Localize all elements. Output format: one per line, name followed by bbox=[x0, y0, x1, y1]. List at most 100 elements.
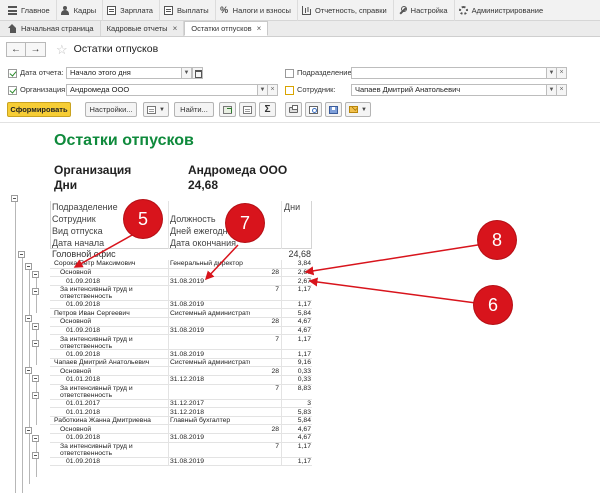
employee-field[interactable]: Чапаев Дмитрий Анатольевич bbox=[351, 84, 547, 96]
collapse-toggle[interactable] bbox=[32, 452, 39, 459]
menu-item-label: Выплаты bbox=[176, 5, 209, 15]
print-button[interactable] bbox=[285, 102, 302, 117]
settings-button[interactable]: Настройки... bbox=[85, 102, 137, 117]
person-icon bbox=[61, 5, 70, 15]
chevron-down-icon[interactable]: ▼ bbox=[547, 84, 557, 96]
arrow-right-icon: → bbox=[30, 43, 41, 55]
chevron-down-icon[interactable]: ▼ bbox=[547, 67, 557, 79]
tab-label: Остатки отпусков bbox=[191, 24, 252, 33]
row-position: 31.12.2017 bbox=[170, 399, 205, 407]
forward-button[interactable]: → bbox=[26, 41, 46, 57]
sum-button[interactable]: Σ bbox=[259, 102, 276, 117]
organization-label: Организация: bbox=[20, 85, 68, 94]
row-name: За интенсивный труд и ответственность bbox=[60, 335, 133, 350]
row-position: Генеральный директор bbox=[170, 260, 243, 268]
wrench-icon bbox=[398, 5, 407, 15]
save-icon bbox=[329, 105, 338, 114]
report-title: Остатки отпусков bbox=[54, 132, 194, 149]
collapse-toggle[interactable] bbox=[25, 367, 32, 374]
collapse-toggle[interactable] bbox=[25, 263, 32, 270]
tab-bar: Начальная страница Кадровые отчеты × Оста… bbox=[0, 21, 600, 37]
row-days: 3 bbox=[307, 399, 311, 407]
chevron-down-icon[interactable]: ▼ bbox=[258, 84, 268, 96]
calendar-icon[interactable] bbox=[192, 67, 203, 79]
clear-icon[interactable]: × bbox=[557, 84, 567, 96]
row-days-per-year: 7 bbox=[275, 335, 279, 343]
menu-item-main[interactable]: Главное bbox=[4, 0, 57, 21]
menu-item-payments[interactable]: Выплаты bbox=[160, 0, 216, 21]
employee-label: Сотрудник: bbox=[297, 85, 336, 94]
date-label: Дата отчета: bbox=[20, 68, 64, 77]
generate-button[interactable]: Сформировать bbox=[7, 102, 71, 117]
organization-checkbox[interactable] bbox=[8, 86, 17, 95]
collapse-toggle[interactable] bbox=[11, 195, 18, 202]
collapse-toggle[interactable] bbox=[32, 392, 39, 399]
collapse-toggle[interactable] bbox=[32, 435, 39, 442]
row-position: 31.12.2018 bbox=[170, 376, 205, 384]
row-days-per-year: 7 bbox=[275, 384, 279, 392]
menu-item-salary[interactable]: Зарплата bbox=[103, 0, 160, 21]
row-days: 4,67 bbox=[297, 425, 311, 433]
tab-hr-reports[interactable]: Кадровые отчеты × bbox=[101, 21, 185, 36]
row-name: Основной bbox=[60, 425, 92, 433]
collapse-toggle[interactable] bbox=[25, 427, 32, 434]
clear-icon[interactable]: × bbox=[268, 84, 278, 96]
menu-item-reporting[interactable]: Отчетность, справки bbox=[298, 0, 394, 21]
header-employee: Сотрудник bbox=[52, 214, 96, 224]
employee-checkbox[interactable] bbox=[285, 86, 294, 95]
filter-row-2: Организация: Андромеда ООО ▼ × Сотрудник… bbox=[0, 84, 600, 98]
menu-item-admin[interactable]: Администрирование bbox=[455, 0, 550, 21]
menu-item-taxes[interactable]: % Налоги и взносы bbox=[216, 0, 298, 21]
chevron-down-icon[interactable]: ▼ bbox=[182, 67, 192, 79]
gear-icon bbox=[458, 5, 468, 15]
header-department: Подразделение bbox=[52, 202, 118, 212]
clear-icon[interactable]: × bbox=[557, 67, 567, 79]
row-days: 1,17 bbox=[297, 350, 311, 358]
row-name: Работкина Жанна Дмитриевна bbox=[54, 417, 151, 425]
callout-6: 6 bbox=[474, 286, 512, 324]
organization-field[interactable]: Андромеда ООО bbox=[66, 84, 258, 96]
row-days: 4,67 bbox=[297, 434, 311, 442]
date-checkbox[interactable] bbox=[8, 69, 17, 78]
close-icon[interactable]: × bbox=[173, 24, 178, 33]
row-position: 31.08.2019 bbox=[170, 350, 205, 358]
collapse-toggle[interactable] bbox=[32, 271, 39, 278]
tab-home[interactable]: Начальная страница bbox=[2, 21, 101, 36]
variants-button[interactable]: ▼ bbox=[143, 102, 169, 117]
row-days: 2,67 bbox=[297, 268, 311, 276]
expand-groups-button[interactable] bbox=[219, 102, 236, 117]
days-total-value: 24,68 bbox=[188, 178, 219, 192]
collapse-toggle[interactable] bbox=[18, 251, 25, 258]
row-name: Сорока Петр Максимович bbox=[54, 260, 136, 268]
menu-item-label: Зарплата bbox=[120, 5, 153, 15]
collapse-toggle[interactable] bbox=[25, 315, 32, 322]
row-days: 5,84 bbox=[297, 309, 311, 317]
collapse-toggle[interactable] bbox=[32, 340, 39, 347]
mail-icon bbox=[349, 106, 359, 113]
tab-vacation-balances[interactable]: Остатки отпусков × bbox=[184, 21, 269, 36]
favorite-star-icon[interactable]: ☆ bbox=[56, 43, 68, 56]
send-button[interactable]: ▼ bbox=[345, 102, 371, 117]
save-button[interactable] bbox=[325, 102, 342, 117]
report-date-field[interactable]: Начало этого дня bbox=[66, 67, 182, 79]
close-icon[interactable]: × bbox=[257, 24, 262, 33]
row-days: 9,16 bbox=[297, 359, 311, 367]
menu-item-label: Администрирование bbox=[471, 5, 544, 15]
find-button[interactable]: Найти... bbox=[174, 102, 214, 117]
row-name: 01.09.2018 bbox=[66, 277, 101, 285]
menu-item-hr[interactable]: Кадры bbox=[57, 0, 104, 21]
department-field[interactable] bbox=[351, 67, 547, 79]
menu-item-label: Отчетность, справки bbox=[314, 5, 387, 15]
menu-item-settings[interactable]: Настройка bbox=[394, 0, 455, 21]
row-position: Системный администратор bbox=[170, 309, 250, 317]
preview-button[interactable] bbox=[305, 102, 322, 117]
back-button[interactable]: ← bbox=[6, 41, 26, 57]
row-name: 01.01.2017 bbox=[66, 399, 101, 407]
row-days: 0,33 bbox=[297, 367, 311, 375]
department-checkbox[interactable] bbox=[285, 69, 294, 78]
form-header: ← → ☆ Остатки отпусков bbox=[0, 38, 600, 60]
collapse-toggle[interactable] bbox=[32, 323, 39, 330]
collapse-toggle[interactable] bbox=[32, 375, 39, 382]
details-button[interactable] bbox=[239, 102, 256, 117]
collapse-toggle[interactable] bbox=[32, 288, 39, 295]
